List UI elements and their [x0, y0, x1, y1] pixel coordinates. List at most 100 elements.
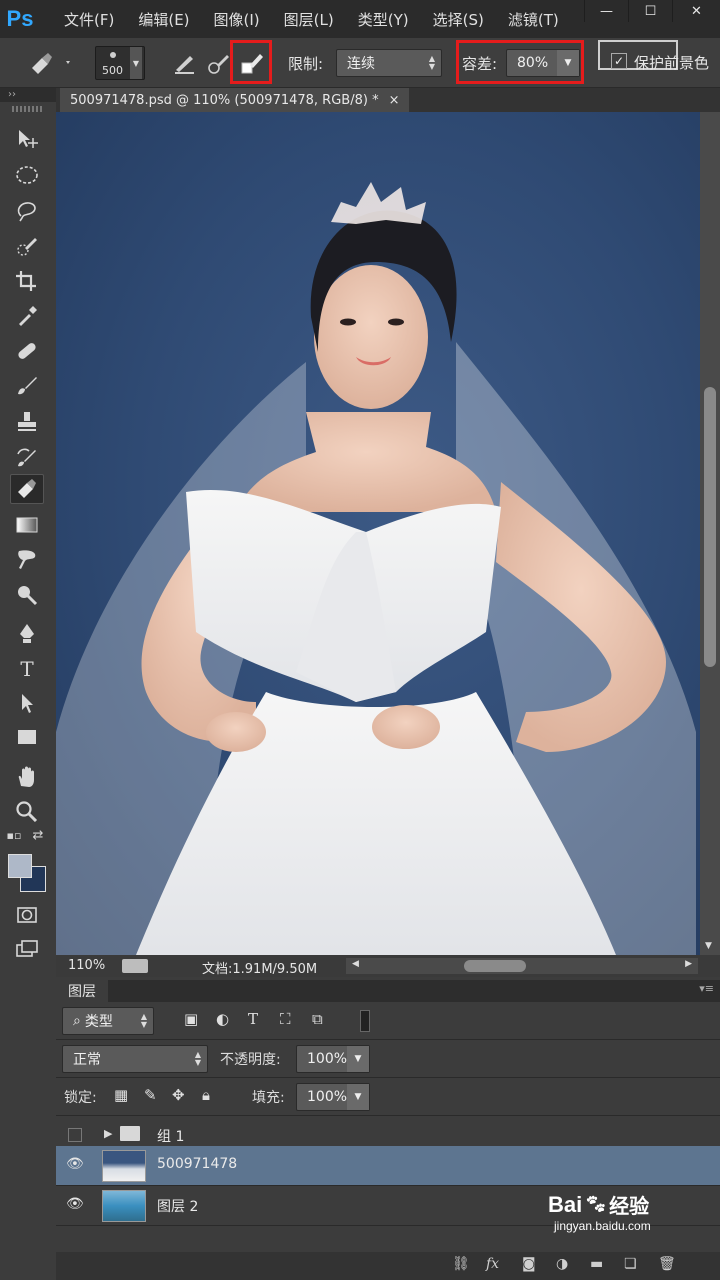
close-tab-icon[interactable]: × — [389, 93, 400, 108]
quick-selection-tool-icon[interactable] — [10, 232, 44, 262]
layer-thumbnail — [102, 1190, 146, 1222]
status-preview-icon[interactable] — [122, 959, 148, 973]
window-controls: — ☐ ✕ — [584, 0, 720, 22]
watermark-url: jingyan.baidu.com — [554, 1219, 651, 1233]
sampling-once-button[interactable] — [206, 38, 232, 88]
layer-filter-select[interactable]: ⌕ 类型 ▲ ▼ — [62, 1007, 154, 1035]
delete-layer-icon[interactable]: 🗑︎ — [658, 1256, 676, 1272]
background-eraser-icon — [32, 53, 70, 74]
dodge-tool-icon[interactable] — [10, 580, 44, 610]
document-tab[interactable]: 500971478.psd @ 110% (500971478, RGB/8) … — [60, 88, 410, 112]
foreground-color-swatch[interactable] — [8, 854, 32, 878]
brush-size-picker[interactable]: 500 ▼ — [95, 46, 145, 80]
tool-preset-picker[interactable] — [26, 38, 70, 88]
horizontal-scrollbar[interactable]: ◀ ▶ — [346, 958, 698, 974]
background-eraser-tool-icon[interactable] — [10, 474, 44, 504]
lock-position-move-icon[interactable]: ✥ — [172, 1086, 185, 1104]
scroll-left-icon[interactable]: ◀ — [352, 959, 359, 969]
brush-tool-icon[interactable] — [10, 370, 44, 400]
type-tool-icon[interactable]: T — [10, 654, 44, 684]
filter-toggle[interactable] — [360, 1010, 370, 1032]
fill-label: 填充: — [252, 1090, 285, 1106]
lock-image-brush-icon[interactable]: ✎ — [144, 1086, 157, 1104]
expand-triangle-icon[interactable]: ▶ — [104, 1127, 112, 1140]
menu-edit[interactable]: 编辑(E) — [138, 9, 189, 30]
scroll-right-icon[interactable]: ▶ — [685, 959, 692, 969]
screen-mode-icon[interactable] — [10, 934, 44, 964]
default-colors-icon[interactable]: ▪▫ — [4, 826, 24, 844]
healing-brush-tool-icon[interactable] — [10, 336, 44, 366]
layers-tab[interactable]: 图层 — [56, 980, 108, 1002]
fill-input[interactable]: 100% ▼ — [296, 1083, 370, 1111]
elliptical-marquee-tool-icon[interactable] — [10, 160, 44, 190]
chevron-down-icon[interactable]: ▼ — [347, 1046, 369, 1072]
baidu-watermark: Bai 🐾︎ 经验 jingyan.baidu.com — [548, 1190, 651, 1234]
eye-icon[interactable]: 👁︎ — [66, 1196, 84, 1212]
new-layer-icon[interactable]: ❏ — [624, 1256, 637, 1272]
menu-image[interactable]: 图像(I) — [214, 9, 260, 30]
menu-layer[interactable]: 图层(L) — [284, 9, 334, 30]
filter-shape-icon[interactable]: ⛶ — [280, 1010, 291, 1028]
sampling-continuous-button[interactable] — [172, 38, 198, 88]
layer-style-icon[interactable]: fx — [486, 1256, 499, 1272]
lasso-tool-icon[interactable] — [10, 196, 44, 226]
menu-file[interactable]: 文件(F) — [64, 9, 114, 30]
eyedropper-tool-icon[interactable] — [10, 300, 44, 330]
lock-transparent-icon[interactable]: ▦ — [114, 1086, 128, 1104]
sampling-once-icon — [208, 55, 229, 74]
filter-adjustment-icon[interactable]: ◐ — [216, 1010, 229, 1028]
swap-colors-icon[interactable]: ⇄ — [28, 826, 48, 844]
blend-mode-select[interactable]: 正常 ▲ ▼ — [62, 1045, 208, 1073]
rectangle-tool-icon[interactable] — [10, 722, 44, 752]
quick-mask-icon[interactable] — [10, 900, 44, 930]
clone-stamp-tool-icon[interactable] — [10, 406, 44, 436]
minimize-button[interactable]: — — [584, 0, 628, 22]
panel-menu-icon[interactable]: ▾≡ — [699, 982, 714, 995]
vertical-scroll-thumb[interactable] — [704, 387, 716, 667]
link-layers-icon[interactable]: ⛓ — [452, 1256, 470, 1272]
protect-foreground-checkbox[interactable]: ✓ — [611, 53, 627, 69]
layer-thumbnail — [102, 1150, 146, 1182]
path-selection-tool-icon[interactable] — [10, 688, 44, 718]
new-adjustment-icon[interactable]: ◑ — [556, 1256, 568, 1272]
panel-grip[interactable] — [12, 106, 42, 112]
add-mask-icon[interactable]: ◙ — [522, 1256, 536, 1272]
panel-collapse-toggle[interactable]: ›› — [0, 88, 56, 102]
gradient-tool-icon[interactable] — [10, 510, 44, 540]
pen-tool-icon[interactable] — [10, 618, 44, 648]
limit-select[interactable]: 连续 ▲ ▼ — [336, 49, 442, 77]
chevron-down-icon: ▼ — [130, 47, 142, 79]
visibility-toggle-empty[interactable] — [68, 1128, 82, 1142]
watermark-brand-cn: 经验 — [609, 1196, 650, 1218]
filter-pixel-icon[interactable]: ▣ — [184, 1010, 198, 1028]
hand-tool-icon[interactable] — [10, 762, 44, 792]
menu-type[interactable]: 类型(Y) — [358, 9, 409, 30]
move-tool-icon[interactable] — [10, 124, 44, 154]
opacity-input[interactable]: 100% ▼ — [296, 1045, 370, 1073]
blend-row: 正常 ▲ ▼ 不透明度: 100% ▼ — [56, 1040, 720, 1078]
lock-label: 锁定: — [64, 1090, 97, 1106]
filter-smart-object-icon[interactable]: ⧉ — [312, 1010, 323, 1028]
horizontal-scroll-thumb[interactable] — [464, 960, 526, 972]
chevron-down-icon[interactable]: ▼ — [347, 1084, 369, 1110]
new-group-icon[interactable]: ▬ — [590, 1256, 603, 1272]
history-brush-tool-icon[interactable] — [10, 442, 44, 472]
layer-name: 图层 2 — [157, 1199, 199, 1215]
layer-row-selected[interactable]: 👁︎ 500971478 — [56, 1146, 720, 1186]
close-button[interactable]: ✕ — [672, 0, 720, 22]
vertical-scrollbar[interactable]: ▼ — [700, 112, 720, 955]
eye-icon[interactable]: 👁︎ — [66, 1156, 84, 1172]
filter-type-icon[interactable]: T — [248, 1010, 258, 1028]
document-canvas[interactable] — [56, 112, 700, 955]
crop-tool-icon[interactable] — [10, 266, 44, 296]
zoom-level[interactable]: 110% — [68, 958, 105, 973]
opacity-value: 100% — [307, 1051, 348, 1067]
smudge-tool-icon[interactable] — [10, 544, 44, 574]
menu-select[interactable]: 选择(S) — [433, 9, 484, 30]
maximize-button[interactable]: ☐ — [628, 0, 672, 22]
lock-all-icon[interactable]: 🔒︎ — [202, 1086, 210, 1104]
layer-filter-value: 类型 — [84, 1014, 113, 1030]
zoom-tool-icon[interactable] — [10, 796, 44, 826]
scroll-down-icon[interactable]: ▼ — [705, 941, 712, 951]
menu-filter[interactable]: 滤镜(T) — [508, 9, 559, 30]
